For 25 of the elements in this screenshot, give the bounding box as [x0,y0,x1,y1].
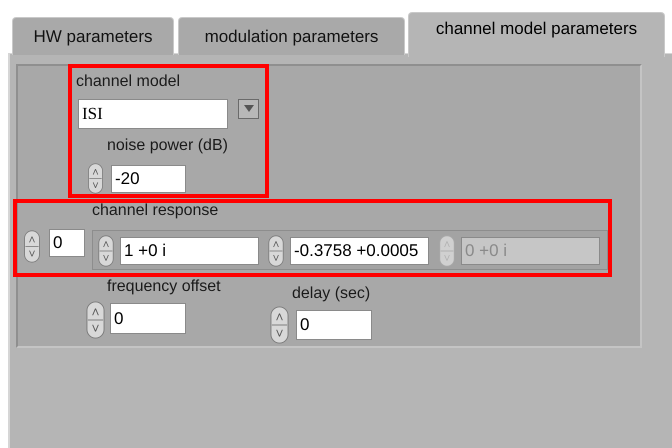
spinner-arrows-icon [437,235,457,267]
array-element-field[interactable]: 1 +0 i [120,237,259,265]
spinner-arrows-icon[interactable] [22,230,42,263]
tab[interactable]: modulation parameters [178,17,405,55]
control-label: delay (sec) [292,284,370,304]
control-label: frequency offset [107,277,221,297]
control-label: channel model [76,72,180,92]
numeric-field[interactable]: -20 [111,165,186,193]
spinner-arrows-icon[interactable] [266,235,286,267]
spinner-arrows-icon[interactable] [86,300,105,340]
spinner-arrows-icon[interactable] [86,163,105,194]
dropdown-button[interactable] [238,99,259,119]
caret-icon [244,105,254,113]
tab[interactable]: HW parameters [12,17,174,55]
tab[interactable]: channel model parameters [408,12,665,57]
numeric-field[interactable]: 0 [296,310,372,340]
dropdown-field[interactable]: ISI [78,99,228,129]
numeric-field[interactable]: 0 [110,303,186,334]
control-label: noise power (dB) [107,136,228,156]
control-label: channel response [92,201,218,221]
spinner-arrows-icon[interactable] [270,305,289,345]
array-element-field: 0 +0 i [461,237,600,265]
array-element-field[interactable]: -0.3758 +0.0005 [290,237,429,265]
index-field[interactable]: 0 [49,229,85,257]
spinner-arrows-icon[interactable] [96,235,116,267]
